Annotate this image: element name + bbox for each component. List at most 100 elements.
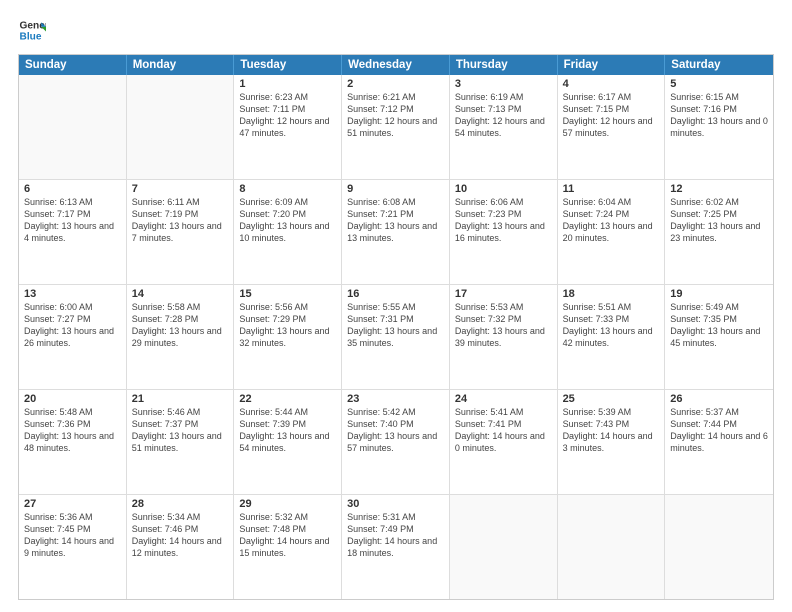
calendar-cell: 26Sunrise: 5:37 AM Sunset: 7:44 PM Dayli… <box>665 390 773 494</box>
day-info: Sunrise: 5:36 AM Sunset: 7:45 PM Dayligh… <box>24 511 121 560</box>
calendar-cell: 30Sunrise: 5:31 AM Sunset: 7:49 PM Dayli… <box>342 495 450 599</box>
day-info: Sunrise: 6:17 AM Sunset: 7:15 PM Dayligh… <box>563 91 660 140</box>
day-number: 28 <box>132 498 229 510</box>
calendar-cell: 2Sunrise: 6:21 AM Sunset: 7:12 PM Daylig… <box>342 75 450 179</box>
day-number: 25 <box>563 393 660 405</box>
day-info: Sunrise: 5:53 AM Sunset: 7:32 PM Dayligh… <box>455 301 552 350</box>
calendar-cell: 3Sunrise: 6:19 AM Sunset: 7:13 PM Daylig… <box>450 75 558 179</box>
weekday-header: Saturday <box>665 55 773 75</box>
day-info: Sunrise: 5:46 AM Sunset: 7:37 PM Dayligh… <box>132 406 229 455</box>
day-info: Sunrise: 5:48 AM Sunset: 7:36 PM Dayligh… <box>24 406 121 455</box>
day-info: Sunrise: 6:02 AM Sunset: 7:25 PM Dayligh… <box>670 196 768 245</box>
day-info: Sunrise: 6:23 AM Sunset: 7:11 PM Dayligh… <box>239 91 336 140</box>
calendar-row: 20Sunrise: 5:48 AM Sunset: 7:36 PM Dayli… <box>19 389 773 494</box>
calendar-cell: 1Sunrise: 6:23 AM Sunset: 7:11 PM Daylig… <box>234 75 342 179</box>
day-info: Sunrise: 5:49 AM Sunset: 7:35 PM Dayligh… <box>670 301 768 350</box>
day-number: 20 <box>24 393 121 405</box>
day-info: Sunrise: 5:51 AM Sunset: 7:33 PM Dayligh… <box>563 301 660 350</box>
day-info: Sunrise: 6:04 AM Sunset: 7:24 PM Dayligh… <box>563 196 660 245</box>
day-number: 7 <box>132 183 229 195</box>
day-info: Sunrise: 6:00 AM Sunset: 7:27 PM Dayligh… <box>24 301 121 350</box>
day-info: Sunrise: 5:58 AM Sunset: 7:28 PM Dayligh… <box>132 301 229 350</box>
calendar-cell: 28Sunrise: 5:34 AM Sunset: 7:46 PM Dayli… <box>127 495 235 599</box>
day-number: 29 <box>239 498 336 510</box>
day-number: 6 <box>24 183 121 195</box>
day-info: Sunrise: 6:13 AM Sunset: 7:17 PM Dayligh… <box>24 196 121 245</box>
calendar-cell: 23Sunrise: 5:42 AM Sunset: 7:40 PM Dayli… <box>342 390 450 494</box>
logo: General Blue <box>18 16 46 44</box>
day-info: Sunrise: 5:31 AM Sunset: 7:49 PM Dayligh… <box>347 511 444 560</box>
day-info: Sunrise: 6:09 AM Sunset: 7:20 PM Dayligh… <box>239 196 336 245</box>
weekday-header: Tuesday <box>234 55 342 75</box>
day-info: Sunrise: 6:08 AM Sunset: 7:21 PM Dayligh… <box>347 196 444 245</box>
day-number: 21 <box>132 393 229 405</box>
calendar-cell: 18Sunrise: 5:51 AM Sunset: 7:33 PM Dayli… <box>558 285 666 389</box>
calendar-row: 6Sunrise: 6:13 AM Sunset: 7:17 PM Daylig… <box>19 179 773 284</box>
weekday-header: Friday <box>558 55 666 75</box>
day-number: 23 <box>347 393 444 405</box>
day-number: 24 <box>455 393 552 405</box>
day-number: 3 <box>455 78 552 90</box>
calendar-cell: 25Sunrise: 5:39 AM Sunset: 7:43 PM Dayli… <box>558 390 666 494</box>
day-info: Sunrise: 5:32 AM Sunset: 7:48 PM Dayligh… <box>239 511 336 560</box>
day-number: 27 <box>24 498 121 510</box>
day-number: 19 <box>670 288 768 300</box>
calendar-cell: 11Sunrise: 6:04 AM Sunset: 7:24 PM Dayli… <box>558 180 666 284</box>
day-info: Sunrise: 5:37 AM Sunset: 7:44 PM Dayligh… <box>670 406 768 455</box>
day-info: Sunrise: 5:34 AM Sunset: 7:46 PM Dayligh… <box>132 511 229 560</box>
calendar-cell: 8Sunrise: 6:09 AM Sunset: 7:20 PM Daylig… <box>234 180 342 284</box>
day-number: 10 <box>455 183 552 195</box>
day-info: Sunrise: 5:44 AM Sunset: 7:39 PM Dayligh… <box>239 406 336 455</box>
calendar-header: SundayMondayTuesdayWednesdayThursdayFrid… <box>19 55 773 75</box>
calendar-body: 1Sunrise: 6:23 AM Sunset: 7:11 PM Daylig… <box>19 75 773 599</box>
calendar-cell: 17Sunrise: 5:53 AM Sunset: 7:32 PM Dayli… <box>450 285 558 389</box>
day-number: 5 <box>670 78 768 90</box>
day-number: 1 <box>239 78 336 90</box>
calendar-cell <box>665 495 773 599</box>
day-info: Sunrise: 6:06 AM Sunset: 7:23 PM Dayligh… <box>455 196 552 245</box>
day-info: Sunrise: 5:41 AM Sunset: 7:41 PM Dayligh… <box>455 406 552 455</box>
day-info: Sunrise: 6:19 AM Sunset: 7:13 PM Dayligh… <box>455 91 552 140</box>
calendar-cell: 22Sunrise: 5:44 AM Sunset: 7:39 PM Dayli… <box>234 390 342 494</box>
day-info: Sunrise: 6:21 AM Sunset: 7:12 PM Dayligh… <box>347 91 444 140</box>
svg-text:Blue: Blue <box>20 31 42 42</box>
day-info: Sunrise: 6:15 AM Sunset: 7:16 PM Dayligh… <box>670 91 768 140</box>
logo-icon: General Blue <box>18 16 46 44</box>
day-number: 8 <box>239 183 336 195</box>
calendar-cell: 19Sunrise: 5:49 AM Sunset: 7:35 PM Dayli… <box>665 285 773 389</box>
calendar-cell: 5Sunrise: 6:15 AM Sunset: 7:16 PM Daylig… <box>665 75 773 179</box>
calendar-row: 1Sunrise: 6:23 AM Sunset: 7:11 PM Daylig… <box>19 75 773 179</box>
calendar-cell: 20Sunrise: 5:48 AM Sunset: 7:36 PM Dayli… <box>19 390 127 494</box>
calendar-cell: 16Sunrise: 5:55 AM Sunset: 7:31 PM Dayli… <box>342 285 450 389</box>
day-info: Sunrise: 5:56 AM Sunset: 7:29 PM Dayligh… <box>239 301 336 350</box>
day-info: Sunrise: 5:39 AM Sunset: 7:43 PM Dayligh… <box>563 406 660 455</box>
calendar-cell: 12Sunrise: 6:02 AM Sunset: 7:25 PM Dayli… <box>665 180 773 284</box>
day-info: Sunrise: 5:55 AM Sunset: 7:31 PM Dayligh… <box>347 301 444 350</box>
calendar-cell <box>127 75 235 179</box>
day-number: 14 <box>132 288 229 300</box>
day-number: 11 <box>563 183 660 195</box>
calendar-cell: 7Sunrise: 6:11 AM Sunset: 7:19 PM Daylig… <box>127 180 235 284</box>
day-number: 15 <box>239 288 336 300</box>
weekday-header: Thursday <box>450 55 558 75</box>
calendar-cell: 10Sunrise: 6:06 AM Sunset: 7:23 PM Dayli… <box>450 180 558 284</box>
day-number: 9 <box>347 183 444 195</box>
calendar-cell: 4Sunrise: 6:17 AM Sunset: 7:15 PM Daylig… <box>558 75 666 179</box>
calendar-cell: 24Sunrise: 5:41 AM Sunset: 7:41 PM Dayli… <box>450 390 558 494</box>
weekday-header: Wednesday <box>342 55 450 75</box>
weekday-header: Sunday <box>19 55 127 75</box>
calendar-cell: 29Sunrise: 5:32 AM Sunset: 7:48 PM Dayli… <box>234 495 342 599</box>
day-number: 12 <box>670 183 768 195</box>
calendar-cell: 27Sunrise: 5:36 AM Sunset: 7:45 PM Dayli… <box>19 495 127 599</box>
calendar-row: 27Sunrise: 5:36 AM Sunset: 7:45 PM Dayli… <box>19 494 773 599</box>
calendar-cell: 21Sunrise: 5:46 AM Sunset: 7:37 PM Dayli… <box>127 390 235 494</box>
calendar-cell: 6Sunrise: 6:13 AM Sunset: 7:17 PM Daylig… <box>19 180 127 284</box>
calendar-cell <box>19 75 127 179</box>
page-header: General Blue <box>18 16 774 44</box>
day-number: 13 <box>24 288 121 300</box>
day-number: 16 <box>347 288 444 300</box>
calendar: SundayMondayTuesdayWednesdayThursdayFrid… <box>18 54 774 600</box>
weekday-header: Monday <box>127 55 235 75</box>
day-info: Sunrise: 6:11 AM Sunset: 7:19 PM Dayligh… <box>132 196 229 245</box>
day-number: 22 <box>239 393 336 405</box>
